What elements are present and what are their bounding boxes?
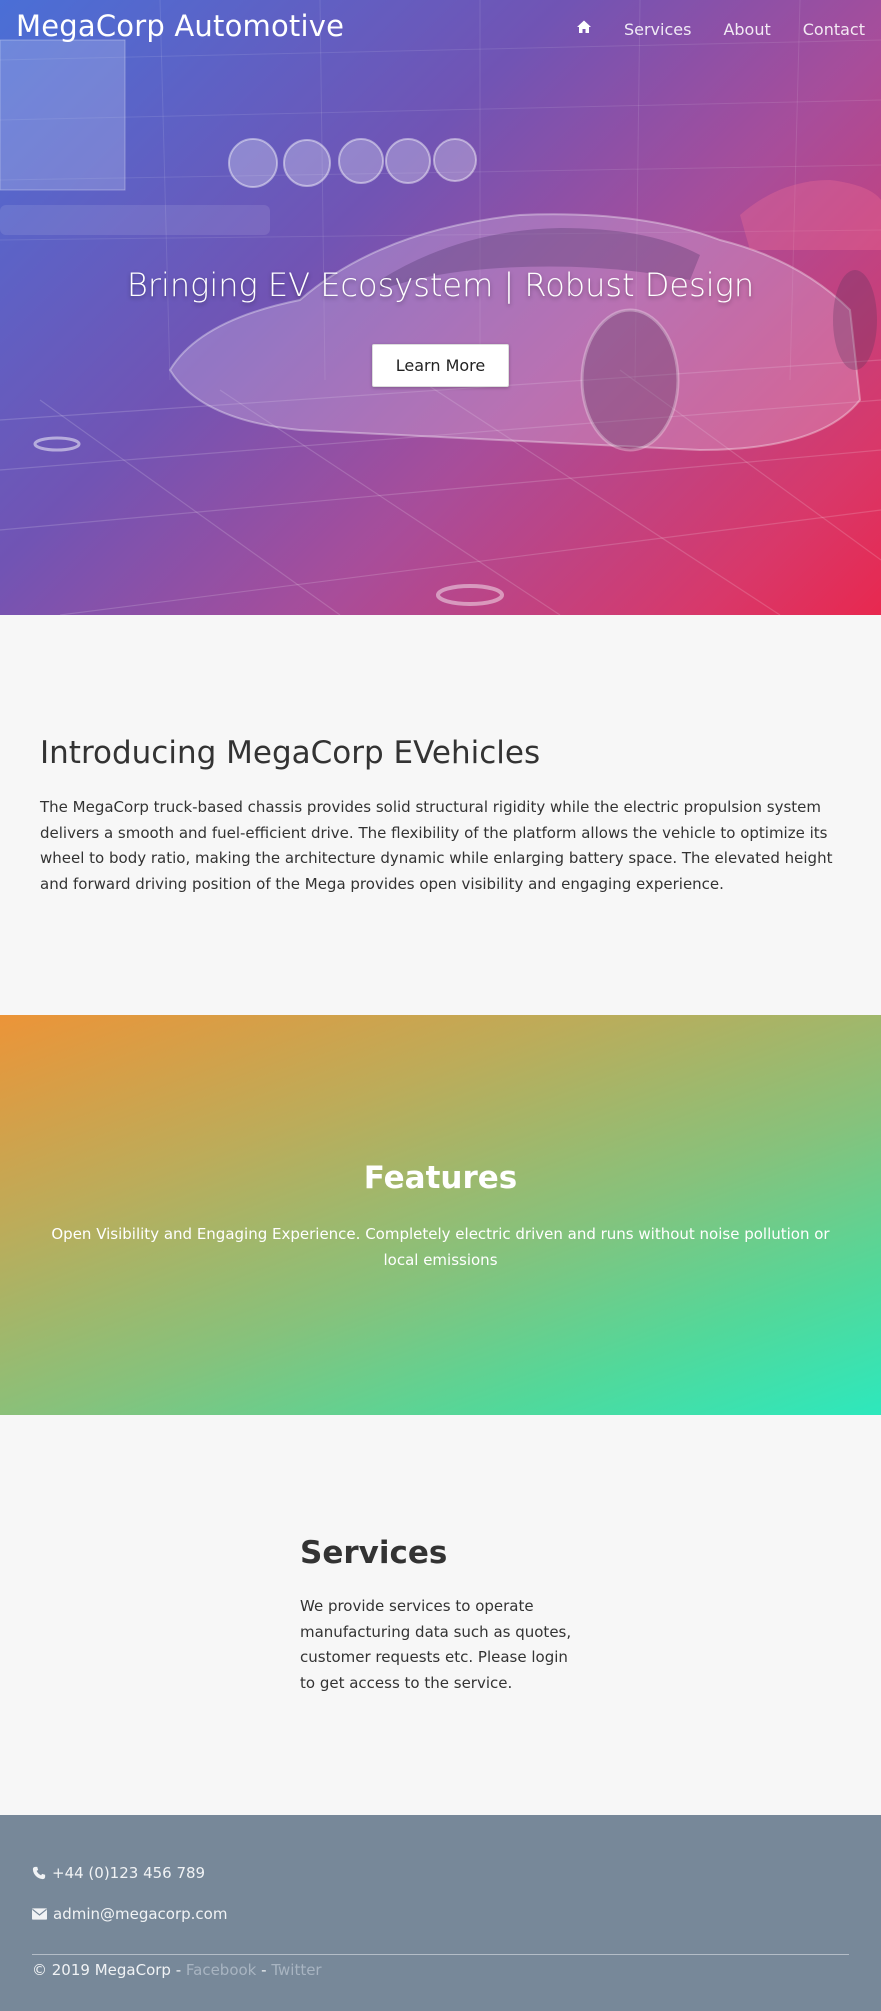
facebook-link[interactable]: Facebook — [186, 1961, 256, 1979]
hero-title: Bringing EV Ecosystem | Robust Design — [126, 266, 755, 304]
nav-links: Services About Contact — [544, 19, 865, 39]
features-text: Open Visibility and Engaging Experience.… — [51, 1225, 830, 1269]
nav-contact[interactable]: Contact — [803, 20, 865, 39]
car-showroom-image — [0, 0, 881, 615]
hero-section: MegaCorp Automotive Services About Conta… — [0, 0, 881, 615]
features-title: Features — [363, 1160, 518, 1196]
services-section: Services We provide services to operate … — [0, 1415, 881, 1815]
learn-more-button[interactable]: Learn More — [372, 344, 509, 387]
nav-services[interactable]: Services — [624, 20, 691, 39]
email-address[interactable]: admin@megacorp.com — [53, 1905, 227, 1923]
nav-home[interactable] — [576, 19, 592, 39]
envelope-icon — [32, 1908, 47, 1920]
intro-section: Introducing MegaCorp EVehicles The MegaC… — [0, 615, 881, 1015]
services-title: Services — [300, 1535, 448, 1571]
top-navbar: MegaCorp Automotive Services About Conta… — [0, 0, 881, 60]
site-footer: +44 (0)123 456 789 admin@megacorp.com © … — [0, 1815, 881, 2011]
copyright-text: © 2019 MegaCorp - — [32, 1961, 186, 1979]
intro-text: The MegaCorp truck-based chassis provide… — [40, 798, 833, 893]
home-icon — [576, 20, 591, 33]
footer-phone: +44 (0)123 456 789 — [32, 1864, 205, 1882]
intro-title: Introducing MegaCorp EVehicles — [40, 735, 541, 771]
footer-divider — [32, 1954, 849, 1955]
brand-logo[interactable]: MegaCorp Automotive — [16, 9, 344, 43]
link-separator: - — [256, 1961, 272, 1979]
services-text: We provide services to operate manufactu… — [300, 1597, 572, 1692]
phone-number[interactable]: +44 (0)123 456 789 — [52, 1864, 205, 1882]
nav-about[interactable]: About — [723, 20, 770, 39]
twitter-link[interactable]: Twitter — [271, 1961, 321, 1979]
phone-icon — [32, 1866, 46, 1880]
footer-email: admin@megacorp.com — [32, 1905, 227, 1923]
features-section: Features Open Visibility and Engaging Ex… — [0, 1015, 881, 1415]
footer-copyright: © 2019 MegaCorp - Facebook - Twitter — [32, 1961, 322, 1979]
